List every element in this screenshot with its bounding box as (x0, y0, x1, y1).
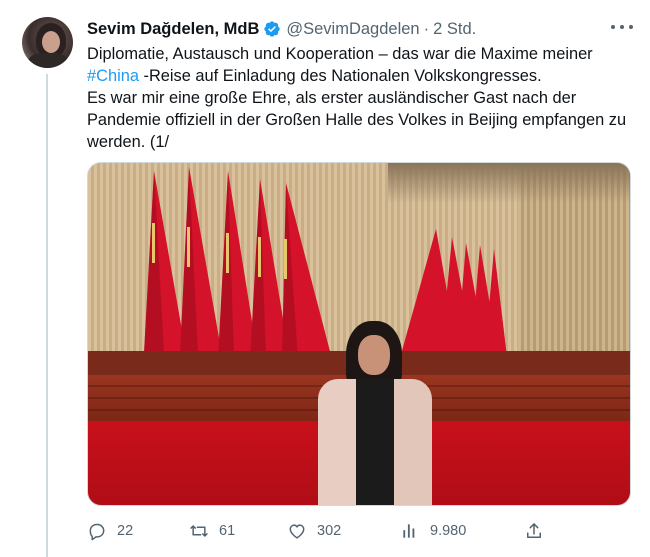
tweet-header: Sevim Dağdelen, MdB @SevimDagdelen · 2 S… (87, 18, 476, 40)
separator-dot: · (423, 19, 430, 38)
tweet[interactable]: Sevim Dağdelen, MdB @SevimDagdelen · 2 S… (0, 0, 650, 557)
like-count: 302 (317, 523, 342, 539)
reply-count: 22 (117, 523, 134, 539)
share-icon (527, 523, 541, 538)
retweet-icon (190, 525, 208, 537)
retweet-button[interactable]: 61 (189, 519, 235, 543)
more-options-icon[interactable] (611, 20, 633, 34)
avatar-shirt (28, 53, 68, 68)
avatar-face (42, 31, 60, 53)
text-line-1: Diplomatie, Austausch und Kooperation – … (87, 45, 593, 63)
text-line-2: #China -Reise auf Einladung des National… (87, 67, 542, 85)
text-line-5: werden. (1/ (87, 133, 169, 151)
action-bar: 22 61 302 9.980 (87, 519, 557, 543)
text-line-3: Es war mir eine große Ehre, als erster a… (87, 89, 577, 107)
reply-button[interactable]: 22 (87, 519, 133, 543)
hashtag-link[interactable]: #China (87, 67, 139, 85)
like-button[interactable]: 302 (287, 519, 341, 543)
share-button[interactable] (524, 519, 554, 543)
person-face (358, 335, 390, 375)
like-icon (289, 524, 305, 539)
person-top (356, 379, 394, 505)
person-blazer-right (388, 379, 432, 505)
retweet-count: 61 (219, 523, 236, 539)
tweet-text: Diplomatie, Austausch und Kooperation – … (87, 43, 635, 153)
author-handle[interactable]: @SevimDagdelen (286, 20, 419, 39)
author-name[interactable]: Sevim Dağdelen, MdB (87, 20, 259, 39)
views-count: 9.980 (430, 523, 467, 539)
text-line-4: Pandemie offiziell in der Großen Halle d… (87, 111, 627, 129)
photo-person (310, 321, 438, 505)
verified-badge-icon (263, 20, 281, 38)
tweet-time[interactable]: 2 Std. (433, 20, 476, 39)
reply-icon (89, 523, 105, 541)
views-icon (403, 524, 415, 538)
avatar[interactable] (22, 17, 73, 68)
tweet-photo[interactable] (87, 162, 631, 506)
thread-line (46, 74, 48, 557)
views-button[interactable]: 9.980 (400, 519, 466, 543)
